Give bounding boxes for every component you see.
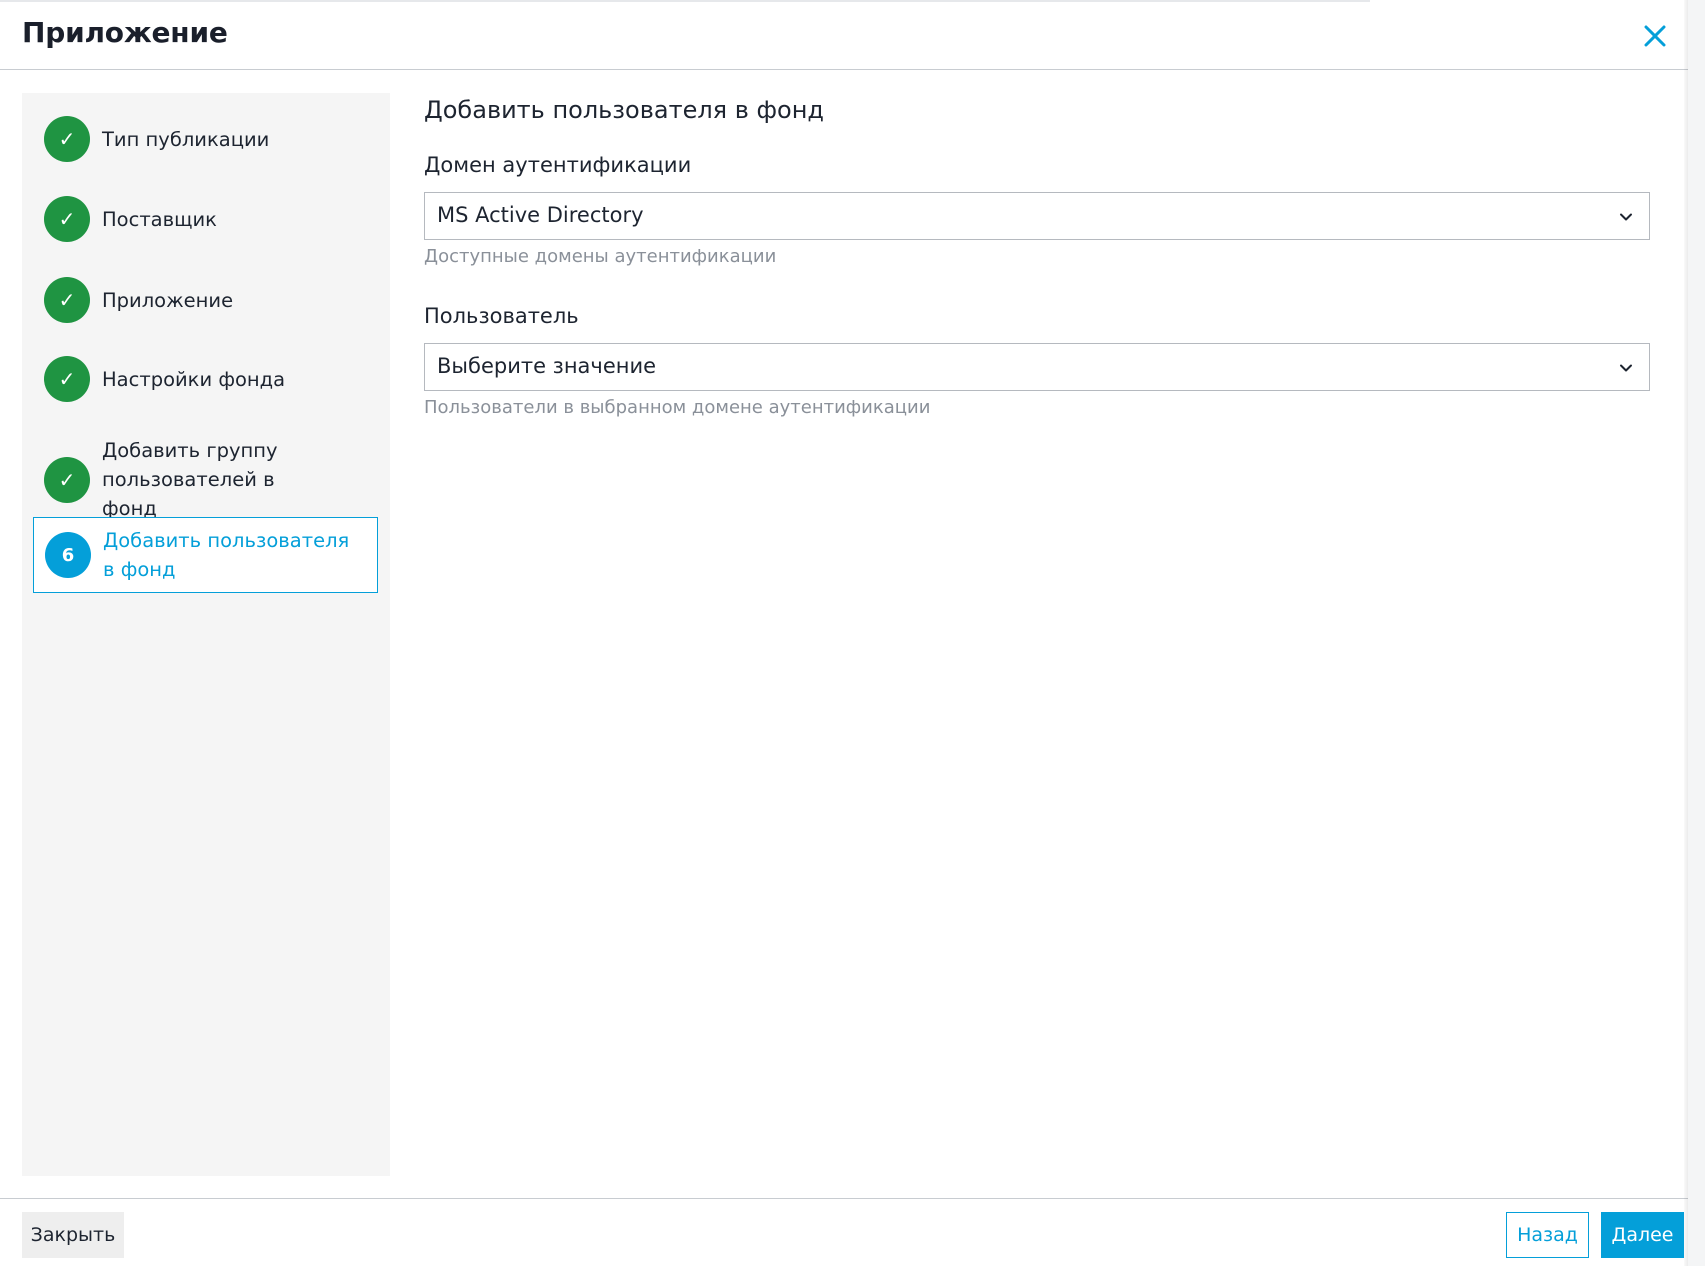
form-title: Добавить пользователя в фонд [424, 96, 825, 124]
user-select[interactable]: Выберите значение [424, 343, 1650, 391]
check-icon: ✓ [44, 277, 90, 323]
dialog-title: Приложение [22, 16, 228, 49]
check-icon: ✓ [44, 456, 90, 503]
auth-domain-select[interactable]: MS Active Directory [424, 192, 1650, 240]
wizard-step-publication-type[interactable]: ✓ Тип публикации [44, 116, 374, 162]
step-label: Настройки фонда [102, 367, 286, 391]
wizard-step-add-group[interactable]: ✓ Добавить группу пользователей в фонд [44, 436, 374, 523]
dialog-footer: Закрыть Назад Далее [0, 1198, 1688, 1266]
back-button[interactable]: Назад [1506, 1212, 1589, 1258]
wizard-steps-sidebar: ✓ Тип публикации ✓ Поставщик ✓ Приложени… [22, 93, 390, 1176]
auth-domain-help: Доступные домены аутентификации [424, 246, 777, 267]
application-dialog: Приложение ✓ Тип публикации ✓ Поставщик … [0, 0, 1688, 1266]
auth-domain-label: Домен аутентификации [424, 153, 692, 177]
user-label: Пользователь [424, 304, 579, 328]
check-icon: ✓ [44, 116, 90, 162]
step-label: Приложение [102, 288, 234, 312]
wizard-step-pool-settings[interactable]: ✓ Настройки фонда [44, 356, 374, 402]
step-number-badge: 6 [45, 532, 91, 578]
step-label: Поставщик [102, 207, 217, 231]
wizard-step-provider[interactable]: ✓ Поставщик [44, 196, 374, 242]
step-label: Тип публикации [102, 127, 270, 151]
close-icon[interactable] [1640, 18, 1670, 52]
next-button[interactable]: Далее [1601, 1212, 1684, 1258]
user-help: Пользователи в выбранном домене аутентиф… [424, 397, 931, 418]
wizard-step-add-user[interactable]: 6 Добавить пользователя в фонд [33, 517, 378, 593]
check-icon: ✓ [44, 196, 90, 242]
dialog-header: Приложение [0, 0, 1688, 70]
chevron-down-icon [1620, 364, 1632, 372]
chevron-down-icon [1620, 213, 1632, 221]
page-scrollbar-track [1688, 0, 1705, 1266]
step-label: Добавить группу пользователей в фонд [102, 439, 278, 520]
user-value: Выберите значение [437, 354, 657, 378]
close-button[interactable]: Закрыть [22, 1212, 124, 1258]
wizard-step-application[interactable]: ✓ Приложение [44, 277, 374, 323]
check-icon: ✓ [44, 356, 90, 402]
step-label: Добавить пользователя в фонд [103, 529, 350, 581]
auth-domain-value: MS Active Directory [437, 203, 644, 227]
